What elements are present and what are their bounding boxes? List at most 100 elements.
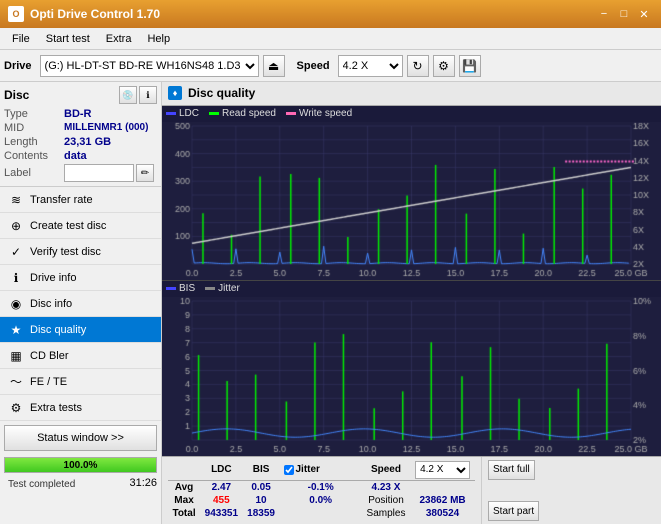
speed-label: Speed [297,60,330,72]
progress-bar: 100.0% [4,457,157,473]
nav-transfer-rate[interactable]: ≋ Transfer rate [0,187,161,213]
nav-items: ≋ Transfer rate ⊕ Create test disc ✓ Ver… [0,187,161,421]
top-chart [162,122,661,280]
avg-jitter: -0.1% [280,480,362,494]
stats-right: Start full Start part [481,457,661,524]
write-speed-legend: Write speed [286,108,352,119]
total-ldc: 943351 [200,507,243,520]
disc-label-button[interactable]: ✏ [136,164,154,182]
cd-bler-icon: ▦ [8,348,24,364]
disc-length-row: Length 23,31 GB [4,136,157,148]
chart-header-icon: ♦ [168,86,182,100]
disc-length-key: Length [4,136,64,148]
status-row: Test completed 31:26 [0,475,161,494]
bottom-legend: BIS Jitter [162,281,661,297]
settings-button[interactable]: ⚙ [433,55,455,77]
nav-create-test-label: Create test disc [30,220,106,232]
stats-avg-row: Avg 2.47 0.05 -0.1% 4.23 X [168,480,475,494]
avg-speed: 4.23 X [362,480,410,494]
nav-create-test-disc[interactable]: ⊕ Create test disc [0,213,161,239]
maximize-button[interactable]: □ [615,5,633,23]
nav-disc-info[interactable]: ◉ Disc info [0,291,161,317]
stats-total-row: Total 943351 18359 Samples 380524 [168,507,475,520]
menu-help[interactable]: Help [139,31,178,47]
nav-extra-tests-label: Extra tests [30,402,82,414]
max-label: Max [168,494,200,507]
nav-cd-bler[interactable]: ▦ CD Bler [0,343,161,369]
status-text: Test completed [4,477,79,492]
avg-ldc: 2.47 [200,480,243,494]
col-header-empty [168,460,200,481]
jitter-checkbox[interactable] [284,465,294,475]
nav-disc-info-label: Disc info [30,298,72,310]
disc-label-row: Label ✏ [4,164,157,182]
disc-mid-row: MID MILLENMR1 (000) [4,122,157,134]
read-speed-legend: Read speed [209,108,276,119]
max-bis: 10 [243,494,280,507]
speed-select[interactable]: 4.2 X [338,55,403,77]
eject-button[interactable]: ⏏ [263,55,285,77]
verify-test-icon: ✓ [8,244,24,260]
col-header-jitter-check: Jitter [280,460,362,481]
disc-type-val: BD-R [64,108,92,120]
toolbar: Drive (G:) HL-DT-ST BD-RE WH16NS48 1.D3 … [0,50,661,82]
disc-length-val: 23,31 GB [64,136,111,148]
total-jitter [280,507,362,520]
nav-transfer-rate-label: Transfer rate [30,194,93,206]
minimize-button[interactable]: − [595,5,613,23]
close-button[interactable]: ✕ [635,5,653,23]
menu-extra[interactable]: Extra [98,31,140,47]
nav-disc-quality-label: Disc quality [30,324,86,336]
stats-speed-select[interactable]: 4.2 X [415,461,470,479]
fe-te-icon: 〜 [8,374,24,390]
disc-title: Disc [4,88,29,102]
chart-header: ♦ Disc quality [162,82,661,106]
bottom-stats-area: LDC BIS Jitter Speed [162,456,661,524]
app-icon: O [8,6,24,22]
disc-icon-btn[interactable]: 💿 [119,86,137,104]
refresh-button[interactable]: ↻ [407,55,429,77]
menu-file[interactable]: File [4,31,38,47]
main-layout: Disc 💿 ℹ Type BD-R MID MILLENMR1 (000) L… [0,82,661,524]
max-ldc: 455 [200,494,243,507]
disc-label-input[interactable] [64,164,134,182]
nav-disc-quality[interactable]: ★ Disc quality [0,317,161,343]
disc-contents-key: Contents [4,150,64,162]
drive-info-icon: ℹ [8,270,24,286]
jitter-label: Jitter [296,464,320,475]
ldc-legend: LDC [166,108,199,119]
save-button[interactable]: 💾 [459,55,481,77]
total-label: Total [168,507,200,520]
nav-extra-tests[interactable]: ⚙ Extra tests [0,395,161,421]
disc-info-btn[interactable]: ℹ [139,86,157,104]
nav-cd-bler-label: CD Bler [30,350,69,362]
nav-verify-test-label: Verify test disc [30,246,101,258]
disc-info-icon: ◉ [8,296,24,312]
start-full-button[interactable]: Start full [488,460,535,480]
top-chart-container: LDC Read speed Write speed [162,106,661,281]
start-part-row: Start part [488,501,655,521]
titlebar-title: Opti Drive Control 1.70 [30,7,160,21]
nav-fe-te[interactable]: 〜 FE / TE [0,369,161,395]
left-panel: Disc 💿 ℹ Type BD-R MID MILLENMR1 (000) L… [0,82,162,524]
nav-drive-info-label: Drive info [30,272,76,284]
disc-type-row: Type BD-R [4,108,157,120]
jitter-legend: Jitter [205,283,240,294]
total-samples-label: Samples [362,507,410,520]
menu-start-test[interactable]: Start test [38,31,98,47]
disc-info-grid: Type BD-R MID MILLENMR1 (000) Length 23,… [4,108,157,182]
max-jitter: 0.0% [280,494,362,507]
progress-text: 100.0% [5,458,156,472]
nav-verify-test-disc[interactable]: ✓ Verify test disc [0,239,161,265]
titlebar-controls: − □ ✕ [595,5,653,23]
nav-drive-info[interactable]: ℹ Drive info [0,265,161,291]
drive-select[interactable]: (G:) HL-DT-ST BD-RE WH16NS48 1.D3 [40,55,259,77]
bottom-chart-container: BIS Jitter [162,281,661,456]
disc-mid-val: MILLENMR1 (000) [64,122,148,134]
status-window-button[interactable]: Status window >> [4,425,157,451]
disc-contents-row: Contents data [4,150,157,162]
avg-label: Avg [168,480,200,494]
start-part-button[interactable]: Start part [488,501,539,521]
disc-quality-icon: ★ [8,322,24,338]
transfer-rate-icon: ≋ [8,192,24,208]
